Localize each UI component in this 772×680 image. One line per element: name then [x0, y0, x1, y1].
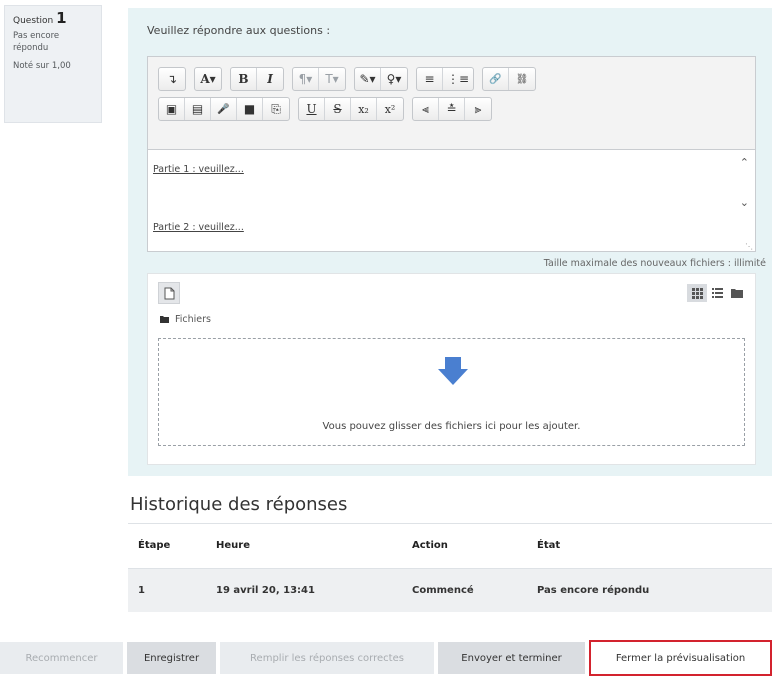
question-number: 1 — [56, 9, 67, 27]
table-row: 1 19 avril 20, 13:41 Commencé Pas encore… — [128, 568, 772, 612]
file-picker: Fichiers Vous pouvez glisser des fichier… — [147, 273, 756, 465]
question-number-row: Question 1 — [13, 9, 93, 27]
manage-files-icon[interactable]: ⎘ — [263, 98, 289, 120]
submit-button[interactable]: Envoyer et terminer — [438, 642, 585, 674]
file-path-label[interactable]: Fichiers — [175, 314, 211, 325]
bg-color-icon[interactable]: ♀▾ — [381, 68, 407, 90]
style-icon[interactable]: A▾ — [195, 68, 221, 90]
record-video-icon[interactable]: ■ — [237, 98, 263, 120]
drop-arrow-icon — [438, 357, 468, 385]
scroll-down-icon[interactable]: ⌄ — [740, 196, 749, 209]
max-file-size-note: Taille maximale des nouveaux fichiers : … — [543, 258, 766, 269]
resize-handle-icon[interactable]: ⋱ — [745, 242, 753, 251]
text-color-icon[interactable]: ✎▾ — [355, 68, 381, 90]
cell-time: 19 avril 20, 13:41 — [206, 568, 402, 612]
question-status: Pas encore répondu — [13, 31, 60, 53]
font-size-icon[interactable]: T▾ — [319, 68, 345, 90]
col-time: Heure — [206, 524, 402, 569]
media-icon[interactable]: ▤ — [185, 98, 211, 120]
folder-view-icon[interactable] — [727, 284, 747, 302]
bold-icon[interactable]: B — [231, 68, 257, 90]
question-content: Veuillez répondre aux questions : ↴ A▾ B… — [128, 8, 772, 476]
question-label: Question — [13, 16, 54, 26]
view-switcher — [687, 284, 747, 302]
scroll-up-icon[interactable]: ⌃ — [740, 156, 749, 169]
cell-step: 1 — [128, 568, 206, 612]
editor-toolbar-row-2: ▣ ▤ 🎤 ■ ⎘ U S x₂ x² ⫷ ≛ ⫸ — [158, 97, 500, 121]
col-step: Étape — [128, 524, 206, 569]
question-grade: Noté sur 1,00 — [13, 61, 71, 71]
question-prompt: Veuillez répondre aux questions : — [147, 24, 331, 37]
grid-view-icon[interactable] — [687, 284, 707, 302]
folder-icon — [160, 315, 169, 325]
ordered-list-icon[interactable]: ⋮≡ — [443, 68, 473, 90]
editor-line-2: Partie 2 : veuillez... — [153, 222, 244, 233]
align-right-icon[interactable]: ⫸ — [465, 98, 491, 120]
history-title: Historique des réponses — [128, 490, 772, 524]
fill-correct-button[interactable]: Remplir les réponses correctes — [220, 642, 434, 674]
cell-action: Commencé — [402, 568, 527, 612]
list-view-icon[interactable] — [707, 284, 727, 302]
unlink-icon[interactable]: ⛓ — [509, 68, 535, 90]
subscript-icon[interactable]: x₂ — [351, 98, 377, 120]
image-icon[interactable]: ▣ — [159, 98, 185, 120]
link-icon[interactable]: 🔗 — [483, 68, 510, 90]
question-info: Question 1 Pas encore répondu Noté sur 1… — [4, 5, 102, 123]
unordered-list-icon[interactable]: ≡ — [417, 68, 443, 90]
add-file-icon[interactable] — [158, 282, 180, 304]
superscript-icon[interactable]: x² — [377, 98, 403, 120]
collapse-icon[interactable]: ↴ — [159, 68, 185, 90]
record-audio-icon[interactable]: 🎤 — [211, 98, 237, 120]
col-state: État — [527, 524, 772, 569]
cell-state: Pas encore répondu — [527, 568, 772, 612]
align-left-icon[interactable]: ⫷ — [413, 98, 439, 120]
close-preview-button[interactable]: Fermer la prévisualisation — [589, 640, 772, 676]
rich-text-editor: ↴ A▾ B I ¶▾ T▾ ✎▾ ♀▾ ≡ ⋮≡ 🔗 ⛓ ▣ ▤ 🎤 ■ ⎘ … — [147, 56, 756, 252]
save-button[interactable]: Enregistrer — [127, 642, 216, 674]
history-table: Étape Heure Action État 1 19 avril 20, 1… — [128, 524, 772, 612]
table-header-row: Étape Heure Action État — [128, 524, 772, 569]
editor-toolbar-row-1: ↴ A▾ B I ¶▾ T▾ ✎▾ ♀▾ ≡ ⋮≡ 🔗 ⛓ — [158, 67, 544, 91]
underline-icon[interactable]: U — [299, 98, 325, 120]
file-drop-zone[interactable]: Vous pouvez glisser des fichiers ici pou… — [158, 338, 745, 446]
drop-zone-text: Vous pouvez glisser des fichiers ici pou… — [322, 421, 581, 432]
col-action: Action — [402, 524, 527, 569]
direction-icon[interactable]: ¶▾ — [293, 68, 319, 90]
italic-icon[interactable]: I — [257, 68, 283, 90]
align-center-icon[interactable]: ≛ — [439, 98, 465, 120]
action-bar: Recommencer Enregistrer Remplir les répo… — [0, 636, 772, 680]
strikethrough-icon[interactable]: S — [325, 98, 351, 120]
editor-text-area[interactable]: Partie 1 : veuillez... Partie 2 : veuill… — [148, 149, 755, 251]
restart-button[interactable]: Recommencer — [0, 642, 123, 674]
file-path: Fichiers — [160, 314, 211, 325]
response-history: Historique des réponses Étape Heure Acti… — [128, 490, 772, 612]
editor-line-1: Partie 1 : veuillez... — [153, 164, 244, 175]
